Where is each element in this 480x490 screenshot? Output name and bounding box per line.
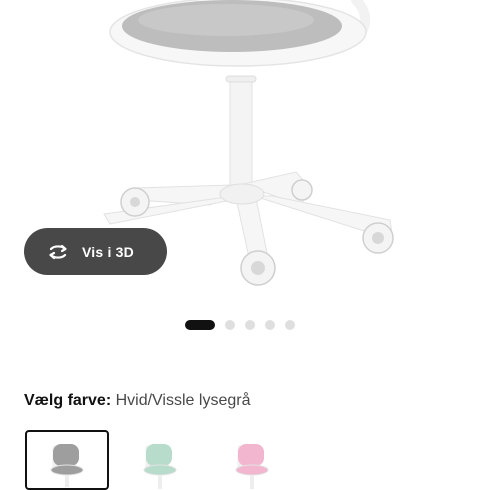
carousel-dots	[0, 320, 480, 330]
carousel-dot[interactable]	[225, 320, 235, 330]
carousel-dot[interactable]	[265, 320, 275, 330]
view-3d-label: Vis i 3D	[82, 243, 134, 260]
carousel-dot[interactable]	[245, 320, 255, 330]
carousel-dot[interactable]	[285, 320, 295, 330]
color-swatch-green[interactable]	[118, 430, 202, 490]
carousel-dot-active[interactable]	[185, 320, 215, 330]
rotate-3d-icon	[46, 240, 70, 264]
color-selector: Vælg farve: Hvid/Vissle lysegrå	[24, 392, 250, 410]
color-swatch-gray[interactable]	[25, 430, 109, 490]
selected-color-name: Hvid/Vissle lysegrå	[115, 392, 251, 409]
color-selector-label: Vælg farve:	[24, 392, 112, 409]
view-3d-button[interactable]: Vis i 3D	[24, 228, 167, 275]
chair-thumbnail	[143, 444, 177, 489]
color-swatch-pink[interactable]	[210, 430, 294, 490]
chair-thumbnail	[235, 444, 269, 489]
